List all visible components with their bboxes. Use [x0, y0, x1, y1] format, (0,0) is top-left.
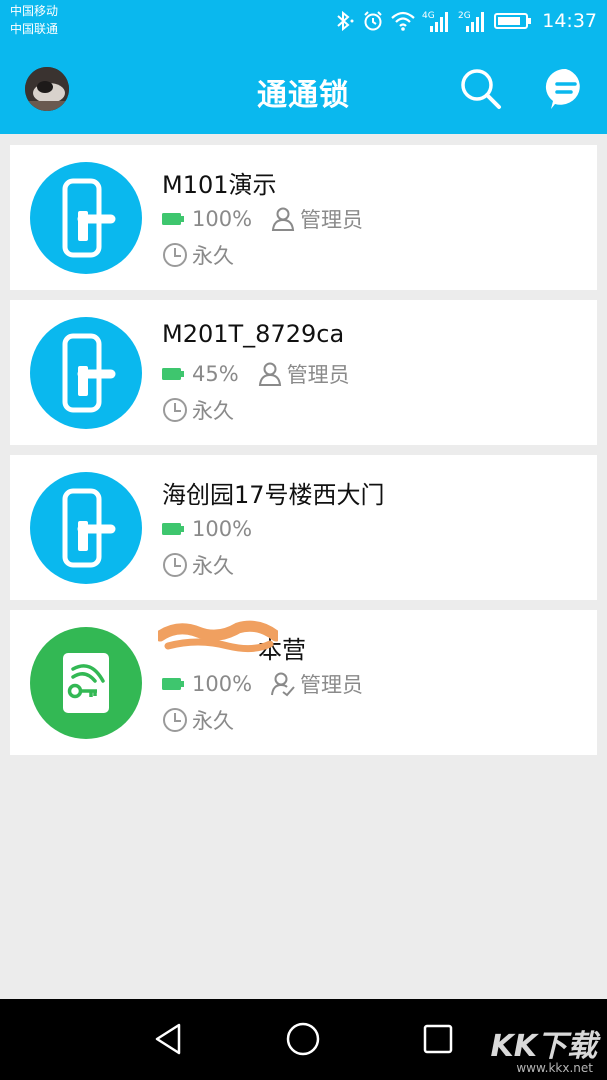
search-button[interactable]	[458, 66, 504, 112]
door-handle-glyph	[62, 333, 116, 413]
app-header: 中国移动 中国联通 4G 2G 14:37 通通锁	[0, 0, 607, 134]
battery-value: 100%	[192, 672, 253, 696]
alarm-icon	[364, 11, 382, 31]
search-icon	[461, 69, 501, 109]
bluetooth-icon	[337, 10, 354, 32]
redaction-scribble	[158, 620, 278, 653]
wifi-icon	[391, 11, 415, 31]
door-handle-glyph	[62, 178, 116, 258]
battery-icon	[162, 213, 184, 225]
battery-icon	[162, 368, 184, 380]
lock-name: M201T_8729ca	[162, 320, 345, 348]
status-icons: 4G 2G 14:37	[332, 8, 597, 34]
clock-icon	[163, 243, 187, 267]
key-wifi-glyph	[63, 653, 109, 713]
back-triangle-icon	[155, 1023, 181, 1055]
system-nav-bar: KK下载 www.kkx.net	[0, 999, 607, 1080]
lock-status-row: 100% 管理员	[162, 205, 363, 233]
clock-icon	[163, 553, 187, 577]
message-icon	[545, 68, 580, 109]
lock-validity-row: 永久	[162, 241, 234, 269]
lock-validity-row: 永久	[162, 396, 234, 424]
lock-validity: 永久	[192, 244, 234, 268]
lock-validity: 永久	[192, 554, 234, 578]
carrier-1: 中国移动	[10, 4, 59, 18]
net-4g-label: 4G	[422, 11, 435, 21]
battery-icon	[162, 523, 184, 535]
lock-card[interactable]: 海创园17号楼西大门 100% 永久	[10, 455, 597, 600]
signal-2g-icon: 2G	[458, 11, 485, 32]
lock-validity: 永久	[192, 399, 234, 423]
lock-role: 管理员	[300, 673, 364, 697]
recent-square-icon	[423, 1024, 453, 1054]
message-button[interactable]	[543, 66, 589, 112]
signal-4g-icon: 4G	[422, 11, 449, 32]
lock-role: 管理员	[286, 363, 350, 387]
page-title: 通通锁	[257, 78, 350, 113]
lock-status-row: 45% 管理员	[162, 360, 350, 388]
home-circle-icon	[286, 1022, 320, 1056]
clock-icon	[163, 708, 187, 732]
battery-icon	[162, 678, 184, 690]
lock-validity-row: 永久	[162, 551, 234, 579]
lock-validity-row: 永久	[162, 706, 234, 734]
watermark-logo: KK下载	[490, 1029, 598, 1064]
door-handle-glyph	[62, 488, 116, 568]
recent-apps-button[interactable]	[418, 1019, 458, 1059]
door-lock-icon	[30, 317, 142, 429]
user-check-icon	[271, 672, 295, 697]
lock-validity: 永久	[192, 709, 234, 733]
door-lock-icon	[30, 472, 142, 584]
user-icon	[258, 362, 281, 386]
lock-status-row: 100% 管理员	[162, 670, 363, 698]
lock-card[interactable]: M101演示 100% 管理员 永久	[10, 145, 597, 290]
battery-value: 45%	[192, 362, 239, 386]
lock-status-row: 100%	[162, 515, 270, 543]
status-bar: 中国移动 中国联通 4G 2G 14:37	[0, 0, 607, 44]
lock-name: 海创园17号楼西大门	[162, 481, 385, 509]
carrier-2: 中国联通	[10, 22, 59, 36]
battery-value: 100%	[192, 517, 253, 541]
lock-card[interactable]: M201T_8729ca 45% 管理员 永久	[10, 300, 597, 445]
watermark-url: www.kkx.net	[516, 1061, 593, 1075]
back-button[interactable]	[150, 1019, 190, 1059]
lock-role: 管理员	[300, 208, 364, 232]
battery-value: 100%	[192, 207, 253, 231]
door-lock-icon	[30, 162, 142, 274]
status-time: 14:37	[542, 10, 597, 32]
clock-icon	[163, 398, 187, 422]
user-icon	[271, 207, 295, 231]
lock-card[interactable]: 通通锁大本营 100% 管理员 永久	[10, 610, 597, 755]
smart-lock-icon	[30, 627, 142, 739]
battery-status-icon	[494, 13, 532, 29]
lock-name: M101演示	[162, 171, 277, 199]
lock-list: M101演示 100% 管理员 永久 M201T_8729ca 45% 管理员	[10, 145, 597, 765]
net-2g-label: 2G	[458, 11, 471, 21]
home-button[interactable]	[283, 1019, 323, 1059]
